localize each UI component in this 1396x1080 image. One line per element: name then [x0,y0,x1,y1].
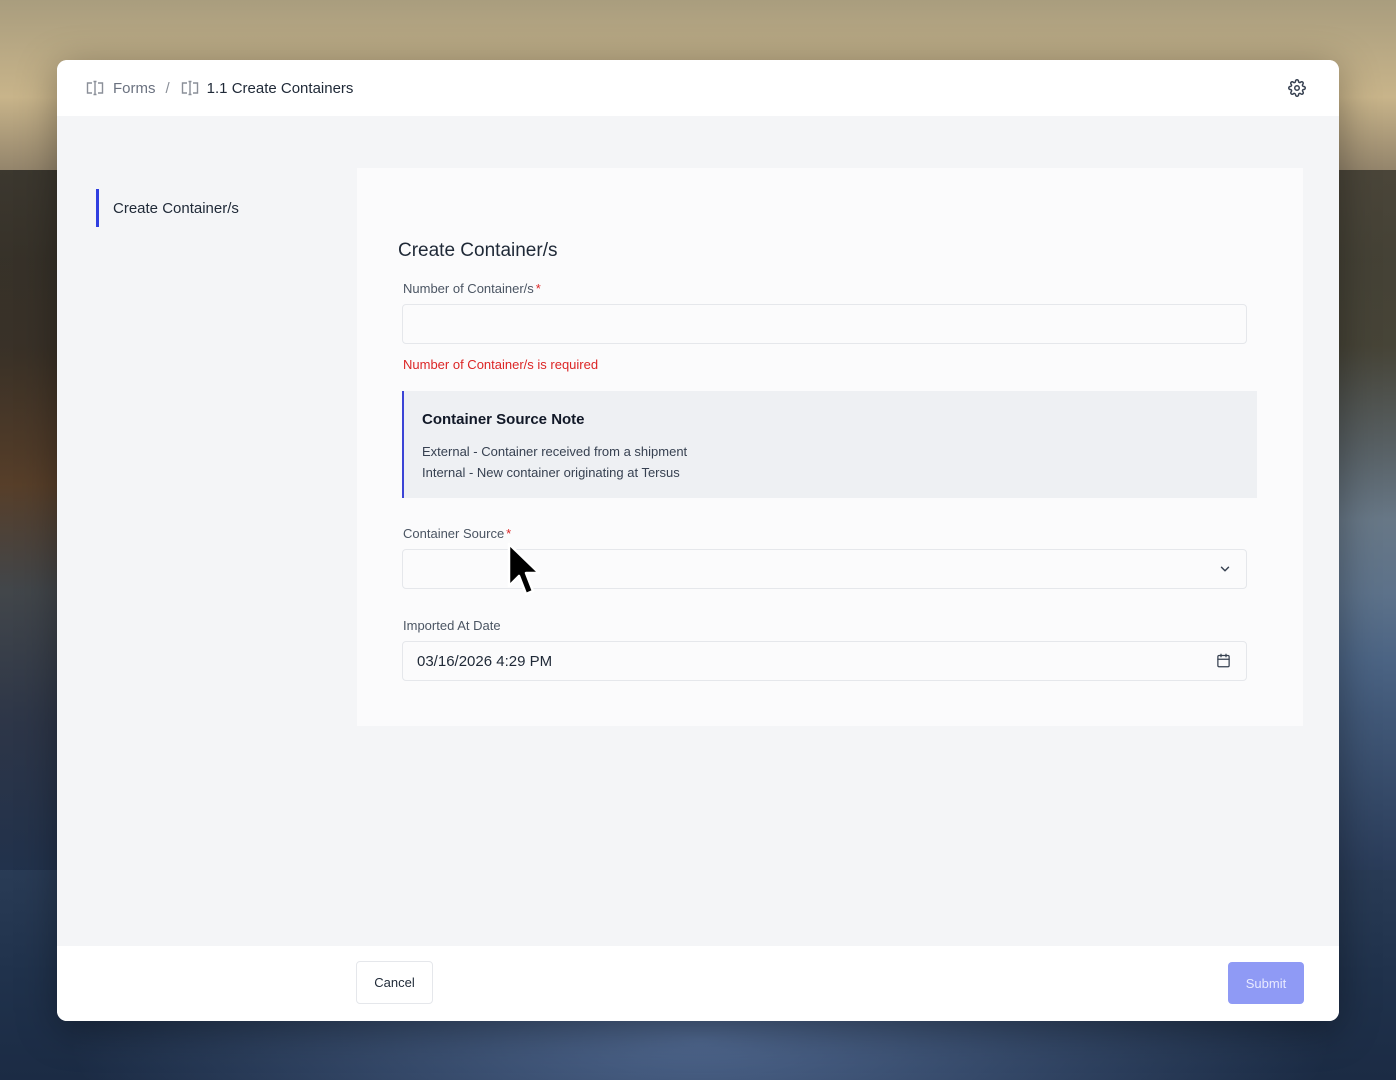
settings-gear-icon[interactable] [1287,78,1307,98]
number-of-containers-label: Number of Container/s * [403,281,541,296]
breadcrumb-separator: / [165,79,170,97]
container-source-label-text: Container Source [403,526,505,541]
note-line-external: External - Container received from a shi… [422,444,688,459]
form-title: Create Container/s [398,240,558,261]
form-footer: Cancel Submit [57,946,1339,1021]
app-window: Forms / 1.1 Create Containers Create Con… [57,60,1339,1021]
top-bar: Forms / 1.1 Create Containers [57,60,1339,116]
breadcrumb-current: 1.1 Create Containers [206,79,354,97]
note-title: Container Source Note [422,411,585,428]
mouse-cursor-icon [507,542,541,596]
required-mark: * [506,526,512,541]
calendar-icon[interactable] [1216,653,1232,669]
submit-button[interactable]: Submit [1228,962,1304,1004]
breadcrumb-forms-link[interactable]: Forms [113,80,156,97]
required-mark: * [535,281,541,296]
form-card: Create Container/s Number of Container/s… [357,168,1303,726]
number-of-containers-error: Number of Container/s is required [403,357,599,372]
sidebar-item-create-containers[interactable]: Create Container/s [96,189,336,227]
number-of-containers-input[interactable] [402,304,1247,344]
form-icon [180,80,200,96]
chevron-down-icon [1218,562,1232,576]
cancel-button[interactable]: Cancel [356,961,433,1004]
number-of-containers-label-text: Number of Container/s [403,281,534,296]
sidebar-item-label: Create Container/s [113,199,239,217]
note-line-internal: Internal - New container originating at … [422,465,680,480]
imported-at-date-value: 03/16/2026 4:29 PM [417,653,553,670]
form-icon [85,80,105,96]
imported-at-date-input[interactable]: 03/16/2026 4:29 PM [402,641,1247,681]
container-source-note: Container Source Note External - Contain… [402,391,1257,498]
container-source-label: Container Source * [403,526,511,541]
imported-at-date-label: Imported At Date [403,618,501,633]
